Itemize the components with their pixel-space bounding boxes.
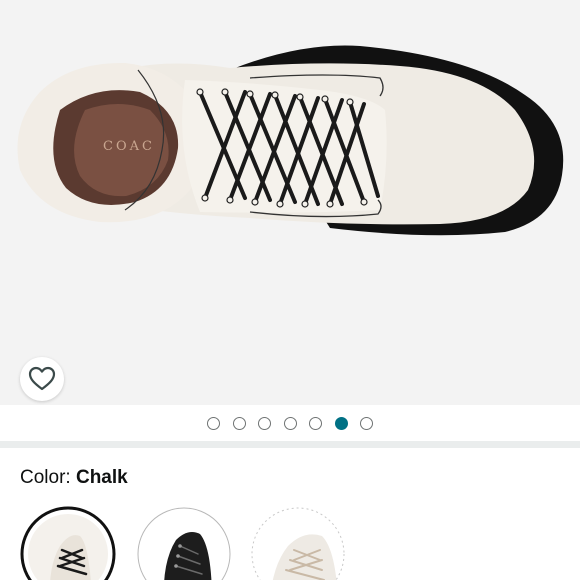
insole-brand-text: COAC [103,139,155,154]
color-swatch-list [0,506,580,580]
image-pagination-dots [0,405,580,441]
pagination-dot-6-active[interactable] [334,416,348,430]
pagination-dot-1[interactable] [207,416,220,430]
color-value: Chalk [75,467,128,488]
pagination-dot-3[interactable] [258,416,271,430]
pagination-dot-7[interactable] [360,416,373,430]
product-image-boot[interactable]: COAC [0,0,580,405]
swatch-white[interactable] [250,506,346,580]
wishlist-button[interactable] [20,357,64,401]
section-divider [0,441,580,448]
color-label: Color: [20,467,71,488]
product-image-gallery[interactable]: COAC [0,0,580,405]
pagination-dot-4[interactable] [283,416,297,430]
pagination-dot-2[interactable] [232,416,246,430]
pagination-dot-5[interactable] [309,416,322,430]
swatch-black[interactable] [136,506,232,580]
heart-outline-icon [28,366,56,391]
color-selection-label: Color: Chalk [20,466,128,490]
swatch-chalk[interactable] [20,506,116,580]
